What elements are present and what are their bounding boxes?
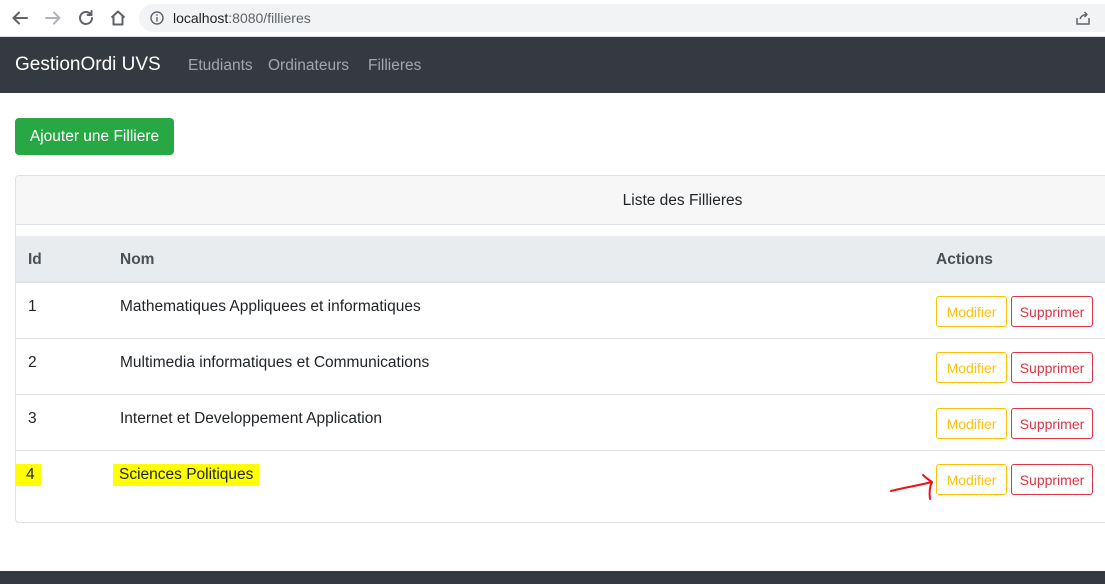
row-nom: Mathematiques Appliquees et informatique…: [120, 298, 421, 315]
nav-link-etudiants[interactable]: Etudiants: [188, 57, 253, 75]
share-icon[interactable]: [1075, 10, 1091, 31]
url-text[interactable]: localhost:8080/fillieres: [173, 10, 311, 26]
supprimer-button[interactable]: Supprimer: [1011, 352, 1093, 383]
column-header-id: Id: [28, 251, 42, 268]
browser-toolbar: localhost:8080/fillieres: [0, 0, 1105, 37]
home-icon[interactable]: [106, 7, 130, 29]
modifier-button[interactable]: Modifier: [936, 352, 1007, 383]
add-filliere-button[interactable]: Ajouter une Filliere: [15, 118, 174, 155]
forward-icon[interactable]: [41, 7, 65, 29]
row-id: 1: [28, 298, 37, 315]
table-header: Id Nom Actions: [16, 236, 1105, 283]
app-navbar: GestionOrdi UVS Etudiants Ordinateurs Fi…: [0, 37, 1105, 93]
nav-link-ordinateurs[interactable]: Ordinateurs: [268, 57, 349, 75]
column-header-nom: Nom: [120, 251, 155, 268]
card-header: Liste des Fillieres: [16, 176, 1105, 225]
table-row: 2 Multimedia informatiques et Communicat…: [16, 339, 1105, 395]
row-nom-highlighted: Sciences Politiques: [113, 464, 260, 486]
card-title: Liste des Fillieres: [622, 192, 743, 209]
modifier-button[interactable]: Modifier: [936, 408, 1007, 439]
table-row: 3 Internet et Developpement Application …: [16, 395, 1105, 451]
reload-icon[interactable]: [74, 7, 98, 29]
column-header-actions: Actions: [936, 251, 993, 268]
nav-link-fillieres[interactable]: Fillieres: [368, 57, 421, 75]
supprimer-button[interactable]: Supprimer: [1011, 464, 1093, 495]
row-id-highlighted: 4: [16, 464, 41, 486]
address-bar[interactable]: localhost:8080/fillieres: [139, 4, 1105, 32]
modifier-button[interactable]: Modifier: [936, 296, 1007, 327]
fillieres-card: Liste des Fillieres Id Nom Actions 1 Mat…: [15, 175, 1105, 523]
table-row: 4 Sciences Politiques Modifier Supprimer: [16, 451, 1105, 507]
url-path: :8080/fillieres: [228, 10, 311, 26]
row-id: 3: [28, 410, 37, 427]
row-id: 2: [28, 354, 37, 371]
supprimer-button[interactable]: Supprimer: [1011, 408, 1093, 439]
row-nom: Multimedia informatiques et Communicatio…: [120, 354, 430, 371]
table-row: 1 Mathematiques Appliquees et informatiq…: [16, 283, 1105, 339]
page-footer: [0, 571, 1105, 584]
supprimer-button[interactable]: Supprimer: [1011, 296, 1093, 327]
modifier-button[interactable]: Modifier: [936, 464, 1007, 495]
row-nom: Internet et Developpement Application: [120, 410, 382, 427]
annotation-arrow-icon: [890, 474, 933, 500]
info-icon[interactable]: [150, 11, 164, 30]
back-icon[interactable]: [8, 7, 32, 29]
navbar-brand[interactable]: GestionOrdi UVS: [15, 54, 161, 76]
url-host: localhost: [173, 10, 229, 26]
